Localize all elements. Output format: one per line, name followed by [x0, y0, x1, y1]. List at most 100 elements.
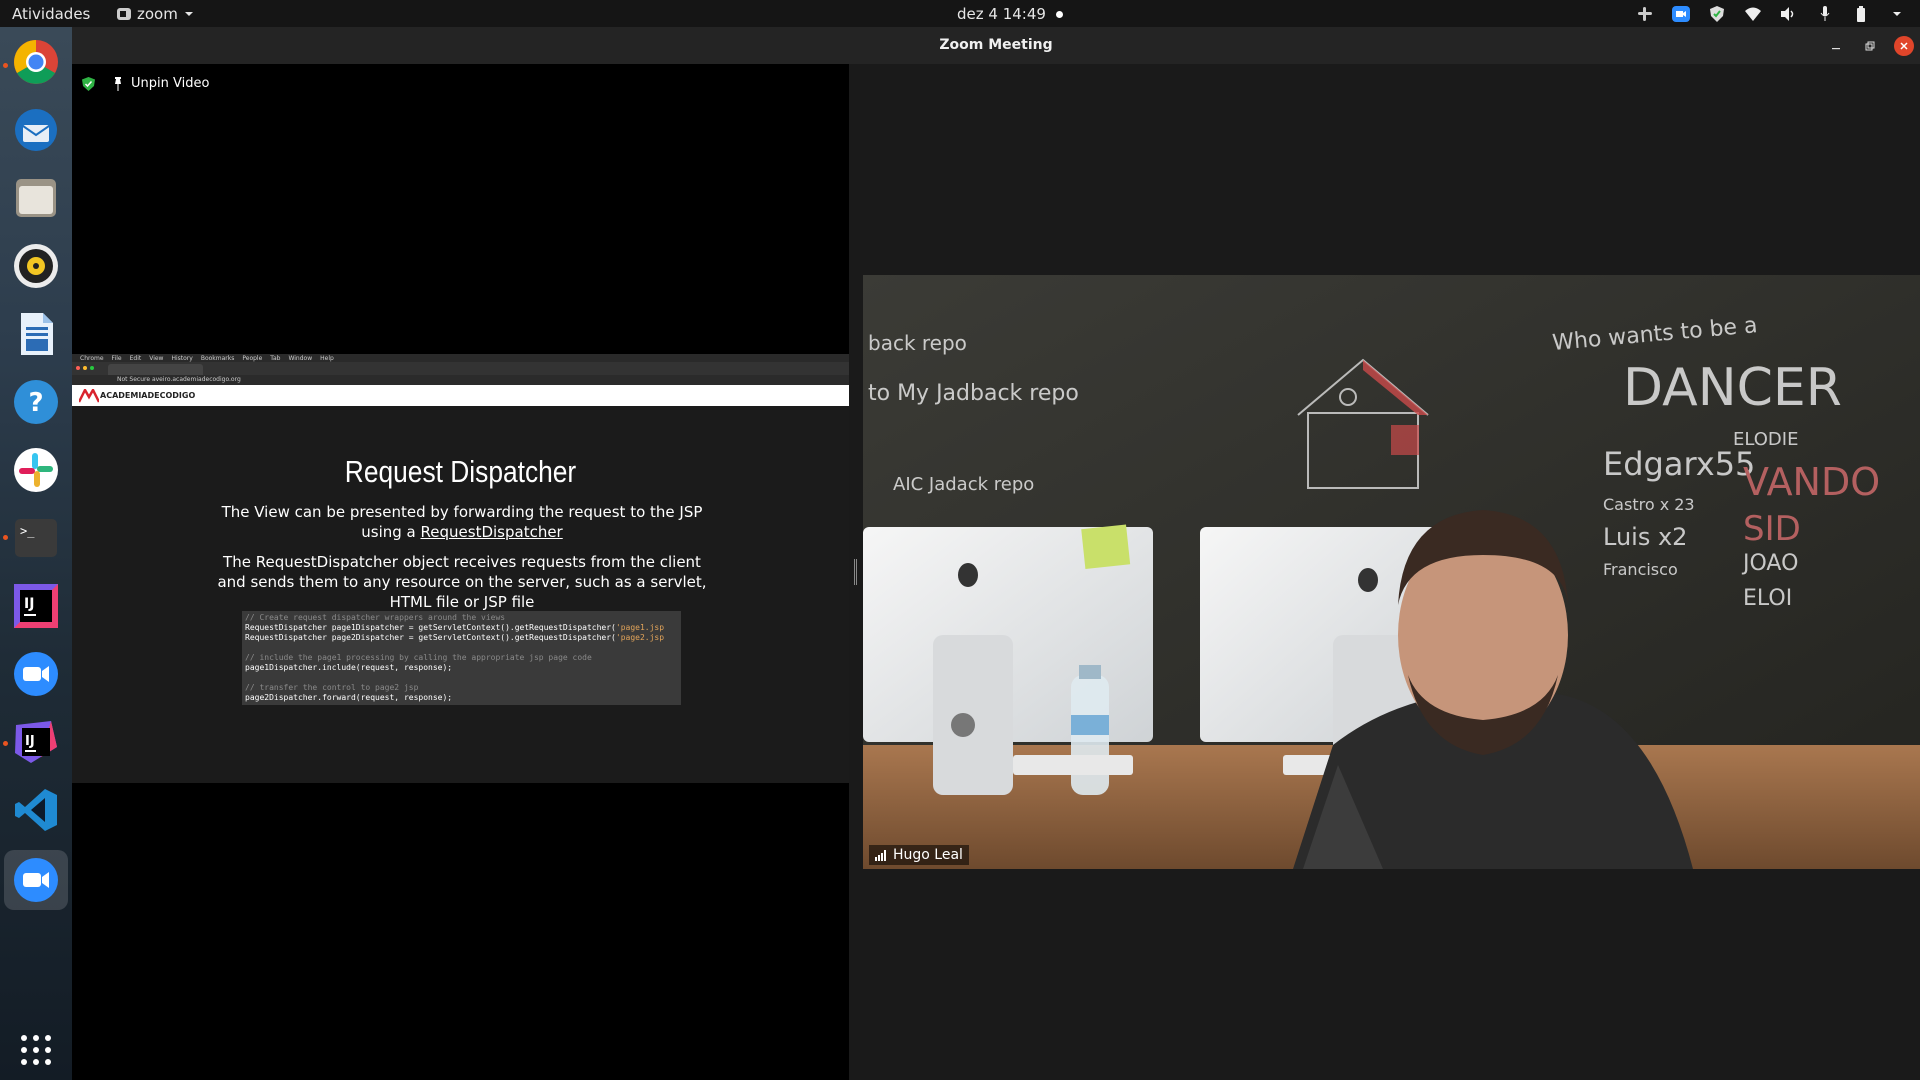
intellij-icon[interactable]: IJ	[11, 581, 61, 631]
close-button[interactable]	[1894, 36, 1914, 56]
code-line: page2Dispatcher.forward(request, respons…	[245, 693, 453, 702]
svg-text:>_: >_	[20, 524, 35, 538]
shared-mac-menubar: Chrome File Edit View History Bookmarks …	[72, 354, 849, 362]
svg-text:IJ: IJ	[24, 596, 34, 612]
shared-menu-item: Chrome	[80, 354, 104, 362]
shared-menu-item: History	[171, 354, 193, 362]
app-menu-label: zoom	[137, 5, 178, 23]
shared-menu-item: File	[111, 354, 122, 362]
zoom-app-icon	[117, 8, 131, 20]
running-indicator	[3, 535, 8, 540]
activities-button[interactable]: Atividades	[12, 5, 90, 23]
show-apps-icon[interactable]	[11, 1025, 61, 1075]
close-icon	[1900, 42, 1908, 50]
board-text: Francisco	[1603, 560, 1678, 579]
vscode-icon[interactable]	[11, 785, 61, 835]
zoom-active-icon[interactable]	[4, 850, 68, 910]
slack-icon[interactable]	[11, 445, 61, 495]
shared-menu-item: People	[242, 354, 263, 362]
clock-button[interactable]: dez 4 14:49	[957, 5, 1063, 23]
shared-menu-item: Bookmarks	[200, 354, 235, 362]
splitter-handle[interactable]	[854, 559, 857, 585]
unpin-video-button[interactable]: Unpin Video	[82, 76, 209, 91]
board-text: JOAO	[1741, 551, 1798, 576]
traffic-lights-icon	[76, 366, 94, 370]
running-indicator	[3, 741, 8, 746]
intellij-toolbox-icon[interactable]: IJ	[11, 717, 61, 767]
thunderbird-icon[interactable]	[11, 105, 61, 155]
running-indicator	[3, 63, 8, 68]
microphone-icon[interactable]	[1816, 5, 1834, 23]
slide-code-block: // Create request dispatcher wrappers ar…	[242, 611, 681, 705]
svg-text:IJ: IJ	[25, 734, 35, 749]
app-menu-button[interactable]: zoom	[117, 5, 194, 23]
restore-button[interactable]	[1860, 36, 1880, 56]
code-text: RequestDispatcher page2Dispatcher = getS…	[245, 633, 616, 642]
application-dock: ? >_ IJ IJ	[0, 27, 72, 1080]
battery-icon[interactable]	[1852, 5, 1870, 23]
chevron-down-icon	[184, 12, 193, 16]
participant-video-tile[interactable]: Who wants to be a DANCER ELODIE Edgarx55…	[863, 275, 1920, 869]
participant-name-tag: Hugo Leal	[869, 845, 969, 865]
board-text: Luis x2	[1603, 523, 1687, 551]
board-text: Castro x 23	[1603, 495, 1695, 514]
code-string: 'page2.jsp	[615, 633, 665, 642]
chrome-icon[interactable]	[11, 37, 61, 87]
shared-menu-item: Window	[288, 354, 313, 362]
rhythmbox-icon[interactable]	[11, 241, 61, 291]
minimize-button[interactable]	[1826, 36, 1846, 56]
terminal-icon[interactable]: >_	[11, 513, 61, 563]
signal-strength-icon	[875, 849, 886, 861]
code-line: RequestDispatcher page2Dispatcher = getS…	[245, 633, 678, 643]
system-menu-chevron-icon[interactable]	[1888, 5, 1906, 23]
shared-site-header: ACADEMIADECODIGO	[72, 385, 849, 406]
pinned-screen-share[interactable]: Unpin Video Chrome File Edit View Histor…	[72, 64, 849, 1080]
shared-browser-tab	[108, 364, 203, 375]
shared-menu-item: Tab	[270, 354, 281, 362]
help-icon[interactable]: ?	[11, 377, 61, 427]
code-comment: // Create request dispatcher wrappers ar…	[245, 613, 506, 622]
academia-logo-icon	[79, 389, 99, 403]
board-text: AIC Jadack repo	[893, 474, 1034, 495]
slide-title: Request Dispatcher	[344, 454, 577, 489]
shared-menu-item: Edit	[129, 354, 142, 362]
board-text: SID	[1743, 509, 1801, 549]
slack-tray-icon[interactable]	[1636, 5, 1654, 23]
window-titlebar[interactable]: Zoom Meeting	[72, 27, 1920, 64]
shared-url-bar: Not Secure aveiro.academiadecodigo.org	[72, 375, 849, 385]
files-icon[interactable]	[11, 173, 61, 223]
zoom-tray-icon[interactable]	[1672, 5, 1690, 23]
wifi-icon[interactable]	[1744, 5, 1762, 23]
system-top-bar: Atividades zoom dez 4 14:49	[0, 0, 1920, 27]
board-text: DANCER	[1623, 358, 1842, 418]
pin-icon	[115, 76, 121, 91]
code-text: RequestDispatcher page1Dispatcher = getS…	[245, 623, 616, 632]
code-line: page1Dispatcher.include(request, respons…	[245, 663, 453, 672]
writer-icon[interactable]	[11, 309, 61, 359]
participant-video-feed: Who wants to be a DANCER ELODIE Edgarx55…	[863, 275, 1920, 869]
board-text: VANDO	[1743, 460, 1880, 504]
svg-text:?: ?	[28, 388, 43, 418]
shield-tray-icon[interactable]	[1708, 5, 1726, 23]
volume-icon[interactable]	[1780, 5, 1798, 23]
shared-menu-item: View	[149, 354, 164, 362]
shared-slide: Chrome File Edit View History Bookmarks …	[72, 354, 849, 783]
window-title: Zoom Meeting	[939, 37, 1053, 53]
board-text: back repo	[868, 331, 967, 355]
notification-dot-icon	[1055, 10, 1063, 18]
unpin-video-label: Unpin Video	[131, 76, 210, 91]
request-dispatcher-link: RequestDispatcher	[420, 523, 563, 541]
code-string: 'page1.jsp	[615, 623, 665, 632]
clock-label: dez 4 14:49	[957, 5, 1046, 23]
zoom-icon[interactable]	[11, 649, 61, 699]
shared-browser-tabs	[72, 362, 849, 375]
board-text: to My Jadback repo	[868, 381, 1079, 406]
secure-shield-icon	[82, 76, 95, 91]
slide-paragraph-2: The RequestDispatcher object receives re…	[217, 553, 707, 611]
participant-name: Hugo Leal	[893, 847, 963, 863]
board-text: Edgarx55	[1603, 445, 1755, 483]
code-comment: // include the page1 processing by calli…	[245, 653, 592, 662]
board-text: ELOI	[1743, 586, 1792, 611]
shared-site-logo: ACADEMIADECODIGO	[100, 391, 196, 400]
code-line: RequestDispatcher page1Dispatcher = getS…	[245, 623, 678, 633]
